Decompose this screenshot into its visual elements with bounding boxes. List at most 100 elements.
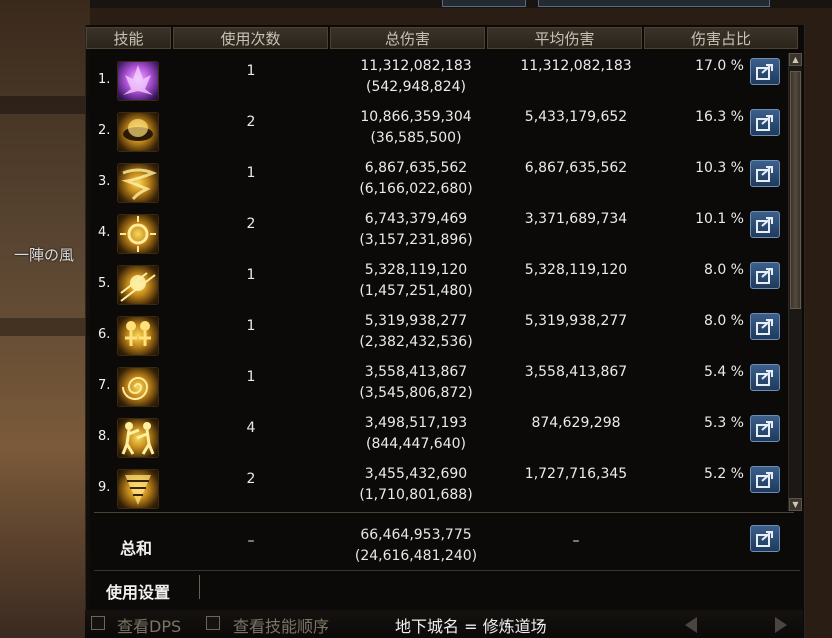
summary-row: 总和 – 66,464,953,775 (24,616,481,240) – (86, 525, 792, 571)
share-icon (756, 370, 773, 386)
row-average-damage: 874,629,298 (531, 415, 621, 431)
golden-helmet-skill-icon (117, 112, 159, 152)
share-icon (756, 531, 773, 547)
export-button[interactable] (750, 211, 780, 238)
game-background: 一陣の風 (0, 0, 90, 638)
row-damage-share: 5.3 % (703, 415, 744, 431)
row-total-damage: 3,558,413,867 (3,545,806,872) (359, 364, 473, 401)
summary-average-damage: – (572, 533, 580, 549)
scroll-down-icon[interactable]: ▼ (789, 498, 802, 511)
row-average-damage: 5,319,938,277 (524, 313, 628, 329)
row-rank: 1. (98, 72, 111, 87)
row-uses: 2 (246, 471, 256, 487)
light-rays-skill-icon (117, 265, 159, 305)
row-uses: 4 (246, 420, 256, 436)
summary-export-button[interactable] (750, 525, 780, 552)
table-row: 9. 2 3,455,432,690 (1,710,801,688) 1,727,… (86, 463, 792, 514)
next-arrow-icon[interactable] (775, 617, 787, 633)
prev-arrow-icon[interactable] (685, 617, 697, 633)
spiral-skill-icon (117, 367, 159, 407)
header-skill[interactable]: 技能 (86, 27, 171, 49)
summary-label: 总和 (120, 539, 153, 558)
share-icon (756, 421, 773, 437)
export-button[interactable] (750, 262, 780, 289)
header-average-damage[interactable]: 平均伤害 (487, 27, 642, 49)
share-icon (756, 268, 773, 284)
usage-settings-tab[interactable]: 使用设置 (106, 579, 170, 603)
row-uses: 2 (246, 216, 256, 232)
summary-uses: – (247, 533, 255, 549)
row-damage-share: 17.0 % (695, 58, 744, 74)
row-uses: 1 (246, 165, 256, 181)
table-row: 7. 1 3,558,413,867 (3,545,806,872) 3,558,… (86, 361, 792, 412)
row-uses: 1 (246, 63, 256, 79)
table-row: 3. 1 6,867,635,562 (6,166,022,680) 6,867,… (86, 157, 792, 208)
row-total-damage: 3,455,432,690 (1,710,801,688) (359, 466, 473, 503)
row-total-damage: 11,312,082,183 (542,948,824) (360, 58, 472, 95)
table-scrollbar[interactable]: ▲ ▼ (788, 53, 802, 511)
row-total-damage: 5,328,119,120 (1,457,251,480) (359, 262, 473, 299)
export-button[interactable] (750, 313, 780, 340)
row-damage-share: 5.2 % (703, 466, 744, 482)
row-damage-share: 5.4 % (703, 364, 744, 380)
table-row: 5. 1 5,328,119,120 (1,457,251,480) 5,328,… (86, 259, 792, 310)
row-average-damage: 6,867,635,562 (524, 160, 628, 176)
table-row: 2. 2 10,866,359,304 (36,585,500) 5,433,17… (86, 106, 792, 157)
export-button[interactable] (750, 58, 780, 85)
share-icon (756, 64, 773, 80)
row-average-damage: 11,312,082,183 (520, 58, 632, 74)
view-skill-order-label[interactable]: 查看技能顺序 (233, 613, 329, 637)
table-row: 6. 1 5,319,938,277 (2,382,432,536) 5,319,… (86, 310, 792, 361)
export-button[interactable] (750, 415, 780, 442)
row-damage-share: 10.1 % (695, 211, 744, 227)
row-total-damage: 6,867,635,562 (6,166,022,680) (359, 160, 473, 197)
view-skill-order-checkbox[interactable] (206, 616, 220, 630)
share-icon (756, 319, 773, 335)
row-damage-share: 16.3 % (695, 109, 744, 125)
table-row: 4. 2 6,743,379,469 (3,157,231,896) 3,371,… (86, 208, 792, 259)
row-average-damage: 5,328,119,120 (524, 262, 628, 278)
background-character-name: 一陣の風 (14, 246, 75, 264)
row-uses: 1 (246, 267, 256, 283)
row-rank: 8. (98, 429, 111, 444)
view-dps-checkbox[interactable] (91, 616, 105, 630)
row-rank: 3. (98, 174, 111, 189)
table-header: 技能 使用次数 总伤害 平均伤害 伤害占比 (86, 27, 804, 51)
row-rank: 7. (98, 378, 111, 393)
row-rank: 5. (98, 276, 111, 291)
table-divider (94, 512, 794, 513)
row-total-damage: 3,498,517,193 (844,447,640) (364, 415, 468, 452)
row-total-damage: 5,319,938,277 (2,382,432,536) (359, 313, 473, 350)
row-average-damage: 1,727,716,345 (524, 466, 628, 482)
row-average-damage: 3,558,413,867 (524, 364, 628, 380)
export-button[interactable] (750, 466, 780, 493)
row-rank: 4. (98, 225, 111, 240)
view-dps-label[interactable]: 查看DPS (117, 613, 181, 637)
settings-separator (199, 575, 200, 599)
export-button[interactable] (750, 160, 780, 187)
top-window-edge (90, 0, 832, 8)
share-icon (756, 217, 773, 233)
share-icon (756, 472, 773, 488)
usage-settings-bar: 使用设置 (94, 570, 800, 603)
header-uses[interactable]: 使用次数 (173, 27, 328, 49)
twin-figures-skill-icon (117, 316, 159, 356)
scroll-thumb[interactable] (790, 71, 801, 309)
row-damage-share: 10.3 % (695, 160, 744, 176)
row-damage-share: 8.0 % (703, 313, 744, 329)
row-uses: 2 (246, 114, 256, 130)
row-average-damage: 5,433,179,652 (524, 109, 628, 125)
row-rank: 6. (98, 327, 111, 342)
row-average-damage: 3,371,689,734 (524, 211, 628, 227)
bottom-bar: 查看DPS 查看技能顺序 地下城名 = 修炼道场 (85, 610, 803, 638)
export-button[interactable] (750, 109, 780, 136)
export-button[interactable] (750, 364, 780, 391)
row-rank: 9. (98, 480, 111, 495)
row-damage-share: 8.0 % (703, 262, 744, 278)
damage-stats-panel: 技能 使用次数 总伤害 平均伤害 伤害占比 1. 1 11,312,082,18… (85, 25, 805, 638)
scroll-up-icon[interactable]: ▲ (789, 53, 802, 66)
header-total-damage[interactable]: 总伤害 (330, 27, 485, 49)
dungeon-name: 地下城名 = 修炼道场 (395, 617, 547, 636)
header-damage-share[interactable]: 伤害占比 (644, 27, 798, 49)
table-row: 1. 1 11,312,082,183 (542,948,824) 11,312,… (86, 55, 792, 106)
